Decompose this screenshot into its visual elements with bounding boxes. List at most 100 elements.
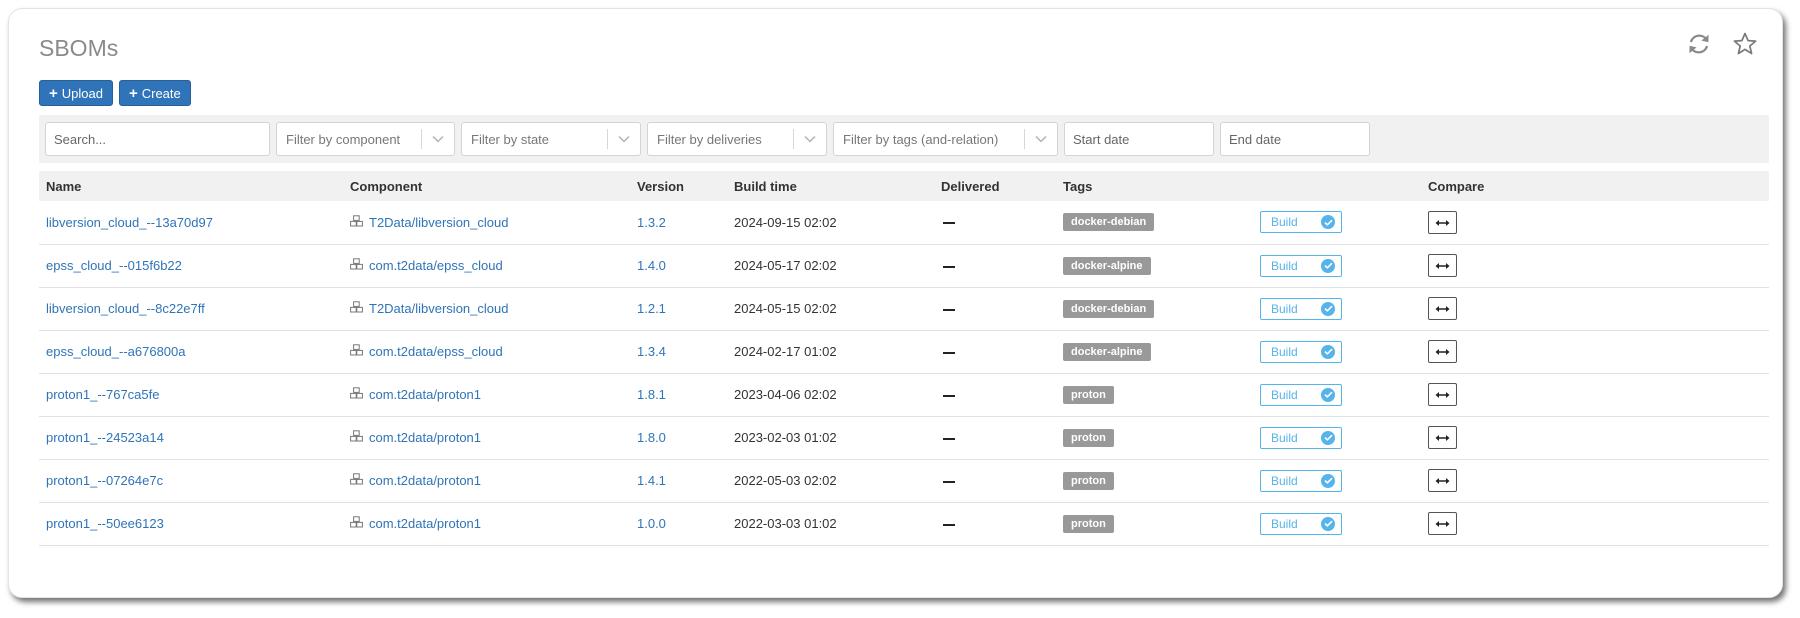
component-link[interactable]: com.t2data/proton1 xyxy=(369,473,481,488)
build-state-label: Build xyxy=(1271,344,1298,359)
tags-filter-select[interactable]: Filter by tags (and-relation) xyxy=(833,122,1058,156)
component-ref: com.t2data/proton1 xyxy=(350,473,623,488)
version-cell: 1.2.1 xyxy=(630,287,727,331)
compare-button[interactable] xyxy=(1428,210,1457,234)
tags-cell: docker-debian xyxy=(1056,201,1253,245)
header-version[interactable]: Version xyxy=(630,171,727,201)
build-time-cell: 2024-02-17 01:02 xyxy=(727,330,934,374)
sbom-table: Name Component Version Build time Delive… xyxy=(39,171,1769,546)
component-ref: com.t2data/proton1 xyxy=(350,430,623,445)
header-name[interactable]: Name xyxy=(39,171,343,201)
component-link[interactable]: T2Data/libversion_cloud xyxy=(369,215,508,230)
tag-badge: docker-alpine xyxy=(1063,256,1151,275)
create-button-label: Create xyxy=(141,85,181,101)
cubes-icon xyxy=(350,258,363,273)
build-state-badge[interactable]: Build xyxy=(1260,340,1342,363)
table-row: epss_cloud_--a676800a com.t2data/epss_cl… xyxy=(39,330,1769,374)
name-cell: epss_cloud_--015f6b22 xyxy=(39,244,343,288)
compare-button[interactable] xyxy=(1428,297,1457,320)
name-cell: proton1_--24523a14 xyxy=(39,416,343,460)
deliveries-filter-select[interactable]: Filter by deliveries xyxy=(647,122,827,156)
arrows-horizontal-icon xyxy=(1435,516,1450,531)
header-tags[interactable]: Tags xyxy=(1056,171,1253,201)
header-build-time[interactable]: Build time xyxy=(727,171,934,201)
component-link[interactable]: com.t2data/proton1 xyxy=(369,387,481,402)
create-button[interactable]: + Create xyxy=(118,80,191,106)
compare-button[interactable] xyxy=(1428,469,1457,492)
state-cell: Build xyxy=(1253,201,1421,245)
version-link[interactable]: 1.0.0 xyxy=(637,516,666,531)
version-link[interactable]: 1.8.1 xyxy=(637,387,666,402)
tag-badge: proton xyxy=(1063,428,1114,447)
compare-button[interactable] xyxy=(1428,512,1457,535)
sbom-name-link[interactable]: proton1_--24523a14 xyxy=(46,430,164,445)
check-circle-icon xyxy=(1321,473,1335,488)
compare-button[interactable] xyxy=(1428,340,1457,363)
refresh-icon[interactable] xyxy=(1686,31,1712,57)
sbom-name-link[interactable]: proton1_--767ca5fe xyxy=(46,387,159,402)
component-cell: com.t2data/epss_cloud xyxy=(343,330,630,374)
component-link[interactable]: T2Data/libversion_cloud xyxy=(369,301,508,316)
version-link[interactable]: 1.3.2 xyxy=(637,215,666,230)
version-link[interactable]: 1.4.0 xyxy=(637,258,666,273)
header-state xyxy=(1253,171,1421,201)
version-link[interactable]: 1.8.0 xyxy=(637,430,666,445)
version-cell: 1.8.0 xyxy=(630,416,727,460)
compare-button[interactable] xyxy=(1428,254,1457,277)
state-cell: Build xyxy=(1253,502,1421,546)
build-state-badge[interactable]: Build xyxy=(1260,383,1342,406)
sbom-name-link[interactable]: epss_cloud_--a676800a xyxy=(46,344,186,359)
component-link[interactable]: com.t2data/proton1 xyxy=(369,516,481,531)
start-date-input[interactable] xyxy=(1064,122,1214,156)
end-date-input[interactable] xyxy=(1220,122,1370,156)
filter-bar: Filter by component Filter by state Filt… xyxy=(39,115,1769,163)
compare-button[interactable] xyxy=(1428,383,1457,406)
header-delivered[interactable]: Delivered xyxy=(934,171,1056,201)
arrows-horizontal-icon xyxy=(1435,301,1450,316)
check-circle-icon xyxy=(1321,387,1335,402)
component-link[interactable]: com.t2data/epss_cloud xyxy=(369,344,503,359)
component-link[interactable]: com.t2data/epss_cloud xyxy=(369,258,503,273)
build-state-badge[interactable]: Build xyxy=(1260,512,1342,535)
build-state-badge[interactable]: Build xyxy=(1260,254,1342,277)
sbom-name-link[interactable]: epss_cloud_--015f6b22 xyxy=(46,258,182,273)
build-state-badge[interactable]: Build xyxy=(1260,211,1342,234)
build-state-badge[interactable]: Build xyxy=(1260,426,1342,449)
state-filter-select[interactable]: Filter by state xyxy=(461,122,641,156)
version-link[interactable]: 1.2.1 xyxy=(637,301,666,316)
delivered-cell xyxy=(934,244,1056,288)
version-link[interactable]: 1.4.1 xyxy=(637,473,666,488)
sbom-name-link[interactable]: proton1_--07264e7c xyxy=(46,473,163,488)
version-cell: 1.0.0 xyxy=(630,502,727,546)
header-component[interactable]: Component xyxy=(343,171,630,201)
dash-icon xyxy=(943,351,955,354)
build-state-badge[interactable]: Build xyxy=(1260,469,1342,492)
dash-icon xyxy=(943,265,955,268)
star-icon[interactable] xyxy=(1732,31,1758,57)
component-filter-select[interactable]: Filter by component xyxy=(276,122,455,156)
build-time-cell: 2024-09-15 02:02 xyxy=(727,201,934,245)
upload-button[interactable]: + Upload xyxy=(39,80,113,106)
sbom-name-link[interactable]: libversion_cloud_--13a70d97 xyxy=(46,215,213,230)
arrows-horizontal-icon xyxy=(1435,344,1450,359)
tags-cell: docker-debian xyxy=(1056,287,1253,331)
sbom-name-link[interactable]: proton1_--50ee6123 xyxy=(46,516,164,531)
build-state-badge[interactable]: Build xyxy=(1260,297,1342,320)
cubes-icon xyxy=(350,301,363,316)
component-cell: T2Data/libversion_cloud xyxy=(343,287,630,331)
component-cell: com.t2data/proton1 xyxy=(343,459,630,503)
sbom-name-link[interactable]: libversion_cloud_--8c22e7ff xyxy=(46,301,205,316)
cubes-icon xyxy=(350,215,363,230)
component-cell: com.t2data/proton1 xyxy=(343,373,630,417)
compare-button[interactable] xyxy=(1428,426,1457,449)
version-link[interactable]: 1.3.4 xyxy=(637,344,666,359)
search-input[interactable] xyxy=(45,122,270,156)
component-ref: T2Data/libversion_cloud xyxy=(350,215,623,230)
check-circle-icon xyxy=(1321,430,1335,445)
state-filter-placeholder: Filter by state xyxy=(471,131,550,147)
component-link[interactable]: com.t2data/proton1 xyxy=(369,430,481,445)
deliveries-filter-placeholder: Filter by deliveries xyxy=(657,131,762,147)
header-actions xyxy=(1686,31,1758,57)
plus-icon: + xyxy=(49,84,58,102)
tags-cell: docker-alpine xyxy=(1056,244,1253,288)
